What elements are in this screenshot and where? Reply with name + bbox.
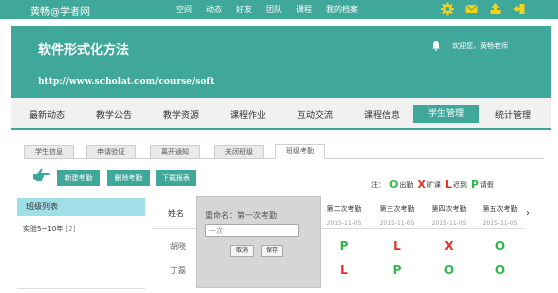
top-nav-feed[interactable]: 动态 [206,4,222,15]
legend-present-label: 出勤 [399,180,414,189]
gear-icon[interactable] [440,2,455,16]
nav-latest[interactable]: 最新动态 [29,108,65,121]
column-date: 2015-11-05 [379,220,415,227]
legend-late-label: 迟到 [452,180,467,189]
nav-announcements[interactable]: 教学公告 [96,108,132,121]
legend-leave-symbol: P [470,178,479,191]
nav-statistics[interactable]: 统计管理 [495,108,531,121]
column-header-4: 第四次考勤 2015-11-05 [427,204,471,227]
column-header-2: 第二次考勤 2015-11-05 [322,204,366,227]
top-bar: 黄畅@学者网 空间 动态 好友 团队 课程 我的档案 [0,0,558,19]
attendance-mark[interactable]: X [439,239,459,253]
pointing-hand-icon [33,168,50,181]
column-date: 2015-11-05 [482,220,518,227]
legend-present-symbol: O [389,178,399,191]
column-title: 第二次考勤 [326,205,362,213]
column-date: 2015-11-05 [431,220,467,227]
legend: 注： O 出勤 X 旷课 L 迟到 P 请假 [371,178,494,191]
class-list-divider [17,288,145,289]
course-url: http://www.scholat.com/course/soft [38,77,215,87]
tab-close-class[interactable]: 关闭班级 [214,145,264,159]
cancel-button[interactable]: 取消 [230,245,254,257]
brand-name[interactable]: 黄畅@学者网 [30,3,90,18]
welcome-text: 欢迎您，黄畅老师 [452,42,508,50]
legend-absent-symbol: X [417,178,426,191]
column-title: 第四次考勤 [431,205,467,213]
student-name: 丁磊 [170,266,186,275]
nav-interaction[interactable]: 互动交流 [297,108,333,121]
attendance-mark[interactable]: P [387,263,407,277]
top-icons [440,2,536,16]
save-button[interactable]: 保存 [261,245,283,257]
class-list-item[interactable]: 实验5~10年 [2] [23,224,75,234]
attendance-mark[interactable]: O [490,239,510,253]
top-nav-team[interactable]: 团队 [266,4,282,15]
column-date: 2015-11-05 [326,220,362,227]
nav-homework[interactable]: 课程作业 [230,108,266,121]
attendance-mark[interactable]: L [334,263,354,277]
column-header-3: 第三次考勤 2015-11-05 [375,204,419,227]
logout-icon[interactable] [512,2,527,16]
class-list-title: 班级列表 [17,198,145,216]
next-page-arrow-icon[interactable]: › [526,208,530,219]
mail-icon[interactable] [464,2,479,16]
tab-leave-notice[interactable]: 离开通知 [150,145,200,159]
tab-verification[interactable]: 申请验证 [86,145,136,159]
course-title: 软件形式化方法 [38,43,130,58]
class-name: 实验5~10年 [23,225,64,233]
attendance-mark[interactable]: O [490,263,510,277]
tab-student-info[interactable]: 学生信息 [24,145,74,159]
nav-resources[interactable]: 教学资源 [163,108,199,121]
top-nav: 空间 动态 好友 团队 课程 我的档案 [176,4,372,15]
popup-title: 重命名：第一次考勤 [205,211,277,220]
column-header-5: 第五次考勤 2015-11-05 [478,204,522,227]
attendance-mark[interactable]: O [439,263,459,277]
nav-course-info[interactable]: 课程信息 [364,108,400,121]
rename-input[interactable] [205,224,299,237]
main-nav: 最新动态 教学公告 教学资源 课程作业 互动交流 课程信息 学生管理 统计管理 [11,98,551,130]
legend-absent-label: 旷课 [426,180,441,189]
tab-class-attendance[interactable]: 班级考勤 [275,144,325,159]
column-title: 第五次考勤 [482,205,518,213]
download-report-button[interactable]: 下载报表 [156,170,196,186]
top-nav-course[interactable]: 课程 [296,4,312,15]
legend-leave-label: 请假 [479,180,494,189]
delete-attendance-button[interactable]: 删除考勤 [107,170,150,186]
upload-icon[interactable] [488,2,503,16]
top-nav-space[interactable]: 空间 [176,4,192,15]
attendance-mark[interactable]: L [387,239,407,253]
column-title: 第三次考勤 [379,205,415,213]
attendance-mark[interactable]: P [334,239,354,253]
new-attendance-button[interactable]: 新建考勤 [57,170,100,186]
top-nav-profile[interactable]: 我的档案 [326,4,358,15]
name-column-header: 姓名 [168,209,184,218]
bell-icon[interactable] [431,40,441,51]
rename-popup: 重命名：第一次考勤 取消 保存 [196,196,321,288]
class-count: [2] [65,225,76,233]
legend-note: 注： [371,180,385,189]
student-name: 胡晓 [170,242,186,251]
course-header: 软件形式化方法 http://www.scholat.com/course/so… [11,26,551,98]
legend-late-symbol: L [444,178,452,191]
top-nav-friends[interactable]: 好友 [236,4,252,15]
nav-student-management[interactable]: 学生管理 [413,105,480,123]
